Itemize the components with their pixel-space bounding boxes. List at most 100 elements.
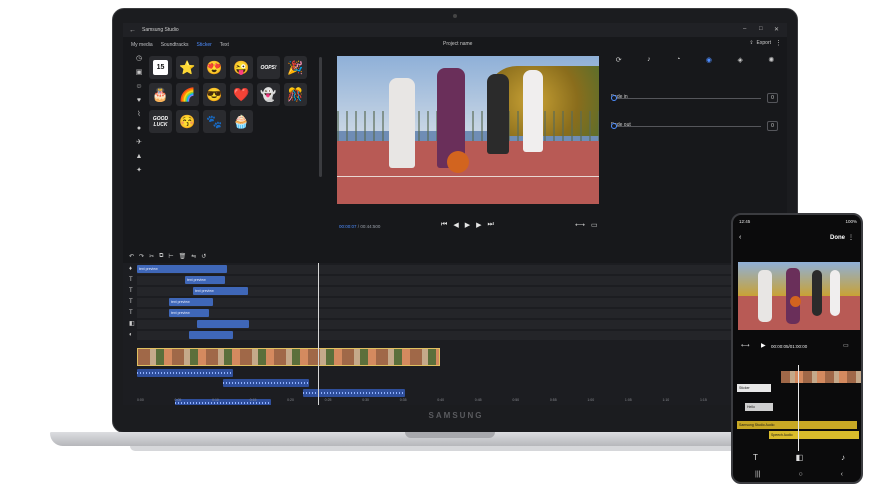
fullscreen-icon[interactable]: ▭ bbox=[591, 221, 598, 229]
fade-in-value[interactable]: 0 bbox=[767, 93, 778, 103]
more-options-icon[interactable]: ⋮ bbox=[775, 39, 782, 47]
playhead[interactable] bbox=[318, 263, 319, 405]
phone-fullscreen-icon[interactable]: ▭ bbox=[843, 342, 849, 349]
sticker-item[interactable]: OOPS! bbox=[257, 56, 280, 79]
export-button[interactable]: ⇪ Export bbox=[749, 40, 771, 46]
sticker-item[interactable]: ⭐ bbox=[176, 56, 199, 79]
smile-icon[interactable]: ☺ bbox=[135, 83, 142, 91]
heart-icon[interactable]: ♥ bbox=[137, 97, 141, 105]
effects-icon[interactable]: ✺ bbox=[768, 56, 774, 64]
redo-icon[interactable]: ↷ bbox=[139, 253, 144, 260]
undo-icon[interactable]: ↶ bbox=[129, 253, 134, 260]
filter-icon[interactable]: ◈ bbox=[737, 56, 742, 64]
phone-split-icon[interactable]: ⟷ bbox=[741, 342, 750, 349]
video-preview[interactable] bbox=[337, 56, 599, 204]
volume-icon[interactable]: ♪ bbox=[647, 56, 651, 64]
timeline-clip[interactable]: text preview bbox=[169, 298, 213, 306]
sticker-item[interactable]: 😎 bbox=[203, 83, 226, 106]
fade-out-slider[interactable] bbox=[611, 126, 761, 127]
sticker-item[interactable]: 🎂 bbox=[149, 83, 172, 106]
timeline-clip[interactable]: text preview bbox=[193, 287, 248, 295]
back-arrow-icon[interactable]: ← bbox=[129, 27, 136, 34]
phone-lane-text[interactable]: Hello bbox=[745, 403, 773, 411]
bone-icon[interactable]: ⌇ bbox=[137, 111, 140, 119]
phone-sticker-icon[interactable]: ◧ bbox=[796, 453, 804, 462]
skip-start-icon[interactable]: ⏮ bbox=[441, 221, 447, 229]
sticker-item[interactable]: 😍 bbox=[203, 56, 226, 79]
video-clip-strip[interactable] bbox=[137, 348, 440, 366]
fade-out-knob[interactable] bbox=[611, 123, 617, 129]
timeline-clip[interactable]: text preview bbox=[137, 265, 227, 273]
split-icon[interactable]: ⟷ bbox=[575, 221, 585, 229]
sticker-item[interactable]: 🧁 bbox=[230, 110, 253, 133]
phone-more-icon[interactable]: ⋮ bbox=[848, 234, 854, 241]
party-icon[interactable]: ▲ bbox=[136, 153, 143, 161]
rotate-icon[interactable]: ⟳ bbox=[616, 56, 622, 64]
play-icon[interactable]: ▶ bbox=[465, 221, 470, 229]
laptop-screen: ← Samsung Studio – □ ✕ My media Soundtra… bbox=[123, 23, 787, 405]
timeline[interactable]: ♦ T T T T ◧ ◐ text preview text preview … bbox=[123, 263, 787, 405]
plane-icon[interactable]: ✈ bbox=[136, 139, 142, 147]
tab-my-media[interactable]: My media bbox=[131, 42, 153, 48]
cut-icon[interactable]: ✂ bbox=[149, 253, 154, 260]
sticker-scrollbar[interactable] bbox=[319, 57, 322, 177]
sticker-item[interactable]: 🎊 bbox=[284, 83, 307, 106]
phone-text-icon[interactable]: T bbox=[753, 453, 758, 462]
phone-play-icon[interactable]: ▶ bbox=[761, 342, 766, 349]
reset-icon[interactable]: ↺ bbox=[201, 253, 206, 260]
badge-icon[interactable]: ▣ bbox=[136, 69, 143, 77]
audio-clip[interactable] bbox=[223, 379, 309, 387]
fade-in-knob[interactable] bbox=[611, 95, 617, 101]
delete-icon[interactable]: 🗑 bbox=[179, 253, 187, 260]
phone-back-icon[interactable]: ‹ bbox=[739, 234, 741, 241]
copy-icon[interactable]: ⧉ bbox=[159, 253, 163, 260]
ruler-tick: 0:15 bbox=[249, 398, 257, 402]
speed-icon[interactable]: ◔ bbox=[676, 56, 680, 64]
skip-end-icon[interactable]: ⏭ bbox=[487, 221, 493, 229]
sticker-item[interactable]: 🎉 bbox=[284, 56, 307, 79]
step-back-icon[interactable]: ◀ bbox=[453, 221, 458, 229]
home-icon[interactable]: ○ bbox=[798, 471, 802, 478]
close-icon[interactable]: ✕ bbox=[774, 26, 779, 33]
sticker-item[interactable]: GOOD LUCK bbox=[149, 110, 172, 133]
fade-out-value[interactable]: 0 bbox=[767, 121, 778, 131]
tab-soundtracks[interactable]: Soundtracks bbox=[161, 42, 189, 48]
phone-lane-audio[interactable]: Samsung Studio Audio bbox=[737, 421, 857, 429]
sparkle-icon[interactable]: ✦ bbox=[136, 167, 142, 175]
sticker-item[interactable]: 🌈 bbox=[176, 83, 199, 106]
phone-video-strip[interactable] bbox=[781, 371, 861, 383]
audio-icon[interactable]: ◉ bbox=[706, 56, 712, 64]
sticker-item[interactable]: 👻 bbox=[257, 83, 280, 106]
timeline-lane: text preview bbox=[137, 276, 787, 285]
sticker-item[interactable]: 🐾 bbox=[203, 110, 226, 133]
phone-music-icon[interactable]: ♪ bbox=[841, 453, 845, 462]
back-icon[interactable]: ‹ bbox=[841, 471, 843, 478]
sticker-item[interactable]: 15 bbox=[149, 56, 172, 79]
clock-icon[interactable]: ◷ bbox=[136, 55, 142, 63]
step-forward-icon[interactable]: ▶ bbox=[476, 221, 481, 229]
timeline-clip[interactable]: text preview bbox=[185, 276, 225, 284]
tab-text[interactable]: Text bbox=[220, 42, 229, 48]
split-clip-icon[interactable]: ⊢ bbox=[168, 253, 173, 260]
sticker-item[interactable]: 😜 bbox=[230, 56, 253, 79]
phone-lane-sticker[interactable]: Sticker bbox=[737, 384, 771, 392]
maximize-icon[interactable]: □ bbox=[759, 26, 763, 32]
tab-sticker[interactable]: Sticker bbox=[196, 42, 211, 48]
recents-icon[interactable]: ||| bbox=[755, 471, 760, 478]
timeline-clip[interactable] bbox=[197, 320, 249, 328]
flip-icon[interactable]: ⇋ bbox=[191, 253, 196, 260]
minimize-icon[interactable]: – bbox=[743, 26, 746, 32]
project-name[interactable]: Project name bbox=[443, 41, 472, 47]
ruler-tick: 1:05 bbox=[624, 398, 632, 402]
ball-icon[interactable]: ● bbox=[137, 125, 141, 133]
timeline-clip[interactable] bbox=[189, 331, 233, 339]
phone-video-preview[interactable] bbox=[738, 262, 860, 330]
phone-playhead[interactable] bbox=[798, 365, 799, 451]
sticker-item[interactable]: 😚 bbox=[176, 110, 199, 133]
audio-clip[interactable] bbox=[137, 369, 233, 377]
timeline-clip[interactable]: text preview bbox=[169, 309, 209, 317]
sticker-item[interactable]: ❤️ bbox=[230, 83, 253, 106]
fade-in-slider[interactable] bbox=[611, 98, 761, 99]
phone-lane-speech[interactable]: Speech Audio bbox=[769, 431, 859, 439]
done-button[interactable]: Done bbox=[830, 235, 845, 241]
